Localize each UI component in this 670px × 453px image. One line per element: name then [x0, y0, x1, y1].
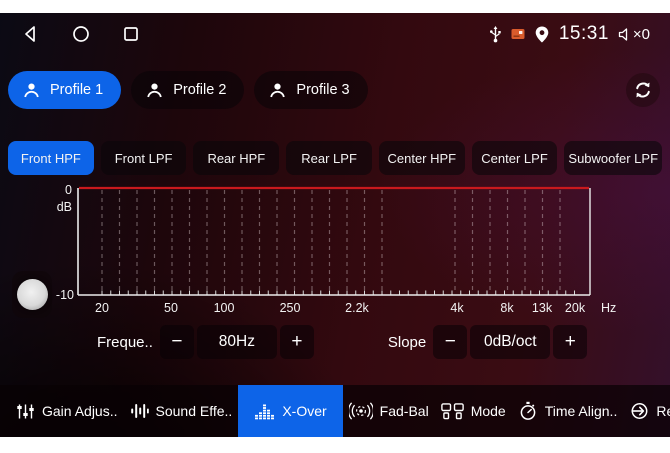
clock: 15:31	[559, 23, 609, 45]
crossover-filter-tabs: Front HPFFront LPFRear HPFRear LPFCenter…	[8, 141, 662, 175]
head-unit-display: 15:31 ×0 Profile 1 Profile 2 Profile 3 Fro…	[0, 13, 670, 437]
volume-level: ×0	[633, 26, 650, 43]
graph-canvas: 0 dB -10 20 50 100 250 2.2k 4k 8k 13k 20k Hz	[0, 180, 670, 320]
nav-item-return[interactable]: Return	[623, 385, 670, 437]
recents-button[interactable]	[120, 23, 142, 45]
return-icon	[629, 401, 649, 421]
nav-item-label: Time Align..	[545, 403, 618, 419]
status-icons-cluster: 15:31 ×0	[489, 23, 650, 45]
back-icon	[21, 24, 41, 44]
filter-tab-center-hpf[interactable]: Center HPF	[379, 141, 465, 175]
frequency-decrease-button[interactable]: −	[160, 325, 194, 359]
nav-item-label: Sound Effe..	[156, 403, 233, 419]
filter-tab-rear-hpf[interactable]: Rear HPF	[193, 141, 279, 175]
sound-effects-icon	[130, 402, 149, 420]
nav-item-sound-effe[interactable]: Sound Effe..	[124, 385, 239, 437]
profile-label: Profile 1	[50, 82, 103, 98]
profile-icon	[145, 81, 164, 100]
profile-label: Profile 2	[173, 82, 226, 98]
time-align-icon	[518, 401, 538, 421]
nav-item-label: Fad-Bal	[380, 403, 429, 419]
slope-label: Slope	[388, 334, 426, 351]
x-tick-label: 20	[95, 301, 109, 315]
mute-icon	[618, 27, 632, 42]
home-button[interactable]	[70, 23, 92, 45]
mode-icon	[441, 403, 464, 420]
x-tick-label: 8k	[500, 301, 514, 315]
nav-item-label: Return	[656, 403, 670, 419]
frequency-increase-button[interactable]: +	[280, 325, 314, 359]
gain-adjust-icon	[16, 403, 35, 420]
nav-item-x-over[interactable]: X-Over	[238, 385, 342, 437]
knob-circle-icon	[17, 279, 48, 310]
filter-tab-subwoofer-lpf[interactable]: Subwoofer LPF	[564, 141, 662, 175]
volume-knob-overlay[interactable]	[12, 271, 52, 318]
x-tick-label: 100	[214, 301, 235, 315]
x-tick-label: 250	[280, 301, 301, 315]
status-bar: 15:31 ×0	[0, 13, 670, 55]
y-axis-unit: dB	[57, 200, 72, 214]
slope-control: Slope − 0dB/oct +	[388, 325, 587, 359]
location-icon	[534, 25, 550, 44]
profile-icon	[268, 81, 287, 100]
nav-item-label: X-Over	[282, 403, 326, 419]
sync-icon	[632, 79, 654, 101]
fad-bal-icon	[349, 401, 373, 421]
x-tick-label: 20k	[565, 301, 586, 315]
sync-profiles-button[interactable]	[626, 73, 660, 107]
slope-increase-button[interactable]: +	[553, 325, 587, 359]
crossover-controls: Freque.. − 80Hz + Slope − 0dB/oct +	[0, 325, 670, 359]
x-tick-label: 2.2k	[345, 301, 369, 315]
frequency-response-graph: 0 dB -10 20 50 100 250 2.2k 4k 8k 13k 20k Hz	[0, 180, 670, 320]
filter-tab-front-hpf[interactable]: Front HPF	[8, 141, 94, 175]
nav-item-label: Gain Adjus..	[42, 403, 118, 419]
profile-label: Profile 3	[296, 82, 349, 98]
recents-icon	[121, 24, 141, 44]
frequency-label: Freque..	[97, 334, 153, 351]
back-button[interactable]	[20, 23, 42, 45]
slope-decrease-button[interactable]: −	[433, 325, 467, 359]
filter-tab-center-lpf[interactable]: Center LPF	[472, 141, 558, 175]
nav-item-gain-adjus[interactable]: Gain Adjus..	[10, 385, 124, 437]
usb-icon	[489, 25, 502, 44]
nav-item-mode[interactable]: Mode	[435, 385, 512, 437]
profile-tab-2[interactable]: Profile 2	[131, 71, 244, 109]
x-axis-unit: Hz	[601, 301, 616, 315]
profile-tabs: Profile 1 Profile 2 Profile 3	[8, 71, 662, 109]
sd-card-icon	[511, 28, 525, 40]
bottom-nav-bar: Gain Adjus.. Sound Effe.. X-Over Fad-Bal Mod…	[0, 385, 670, 437]
xover-icon	[254, 402, 275, 420]
nav-item-fad-bal[interactable]: Fad-Bal	[343, 385, 435, 437]
slope-value: 0dB/oct	[470, 325, 550, 359]
screenshot-frame: 15:31 ×0 Profile 1 Profile 2 Profile 3 Fro…	[0, 0, 670, 453]
x-tick-labels: 20 50 100 250 2.2k 4k 8k 13k 20k	[95, 301, 586, 315]
gridlines	[102, 190, 560, 293]
x-tick-label: 4k	[450, 301, 464, 315]
nav-item-time-align[interactable]: Time Align..	[512, 385, 624, 437]
profile-icon	[22, 81, 41, 100]
android-nav-cluster	[20, 23, 142, 45]
x-tick-label: 13k	[532, 301, 553, 315]
filter-tab-rear-lpf[interactable]: Rear LPF	[286, 141, 372, 175]
profile-tab-3[interactable]: Profile 3	[254, 71, 367, 109]
nav-item-label: Mode	[471, 403, 506, 419]
volume-indicator[interactable]: ×0	[618, 26, 650, 43]
frequency-value: 80Hz	[197, 325, 277, 359]
x-tick-label: 50	[164, 301, 178, 315]
frequency-control: Freque.. − 80Hz +	[97, 325, 314, 359]
y-tick-top: 0	[65, 183, 72, 197]
home-icon	[71, 24, 91, 44]
axis-ticks	[102, 291, 575, 295]
y-tick-bottom: -10	[56, 288, 74, 302]
profile-tab-1[interactable]: Profile 1	[8, 71, 121, 109]
filter-tab-front-lpf[interactable]: Front LPF	[101, 141, 187, 175]
